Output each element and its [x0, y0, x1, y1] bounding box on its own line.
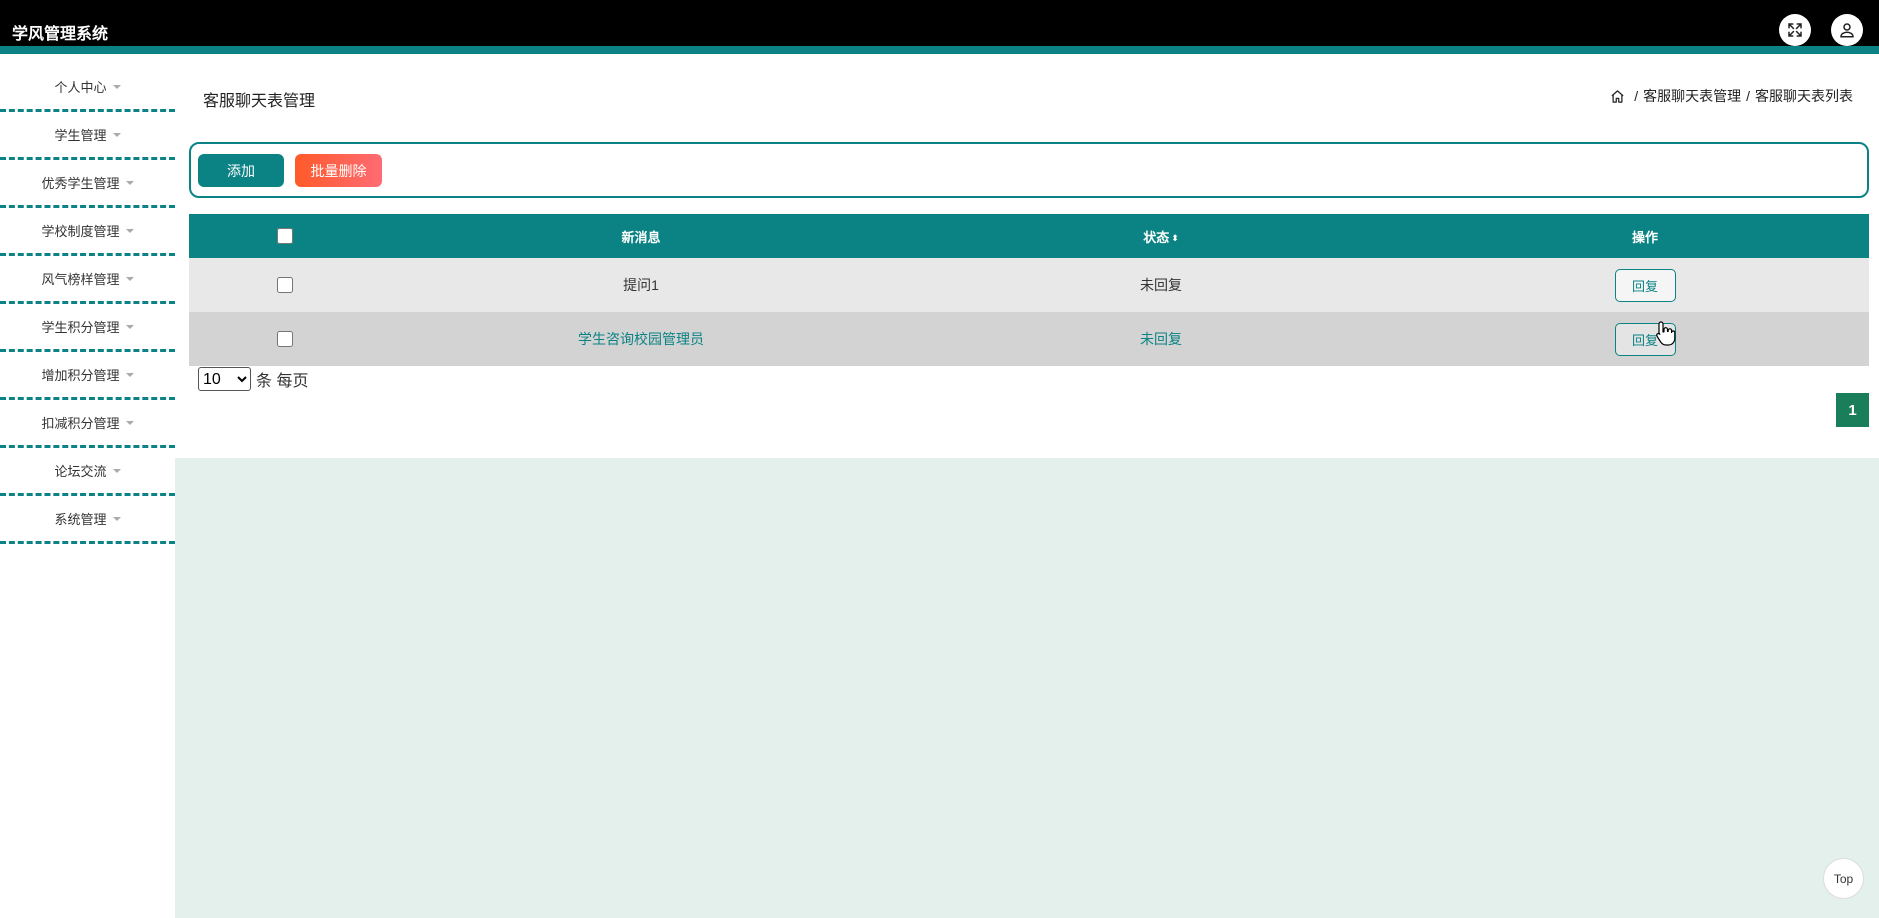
caret-down-icon	[125, 325, 134, 329]
reply-button[interactable]: 回复	[1614, 322, 1676, 356]
column-header-operation: 操作	[1631, 229, 1658, 245]
sidebar-item-add-points[interactable]: 增加积分管理	[0, 352, 175, 400]
caret-down-icon	[112, 469, 121, 473]
sidebar-item-personal-center[interactable]: 个人中心	[0, 64, 175, 112]
row-checkbox[interactable]	[277, 277, 293, 293]
user-button[interactable]	[1831, 14, 1863, 46]
select-all-checkbox[interactable]	[277, 228, 293, 244]
content-background	[175, 458, 1879, 918]
page-size-control: 10 条 每页	[198, 367, 308, 391]
table-row: 学生咨询校园管理员 未回复 回复	[189, 312, 1869, 366]
add-button[interactable]: 添加	[198, 154, 284, 187]
message-cell: 学生咨询校园管理员	[578, 331, 704, 347]
app-title: 学风管理系统	[12, 26, 109, 43]
caret-down-icon	[112, 133, 121, 137]
user-icon	[1840, 23, 1854, 38]
batch-delete-button[interactable]: 批量删除	[295, 154, 382, 187]
sidebar-item-deduct-points[interactable]: 扣减积分管理	[0, 400, 175, 448]
breadcrumb: / 客服聊天表管理 / 客服聊天表列表	[1610, 86, 1853, 106]
sidebar-item-role-models[interactable]: 风气榜样管理	[0, 256, 175, 304]
breadcrumb-separator: /	[1746, 88, 1750, 104]
sidebar-item-excellent-student[interactable]: 优秀学生管理	[0, 160, 175, 208]
table-row: 提问1 未回复 回复	[189, 258, 1869, 312]
breadcrumb-level2: 客服聊天表列表	[1755, 88, 1853, 104]
top-bar: 学风管理系统	[0, 0, 1879, 54]
chat-table: 新消息 状态 ⬍ 操作 提问1 未回复 回复 学生咨询校园管理员 未回复 回复	[189, 214, 1869, 366]
reply-button[interactable]: 回复	[1614, 268, 1676, 302]
sidebar-item-student-points[interactable]: 学生积分管理	[0, 304, 175, 352]
expand-icon	[1788, 23, 1802, 37]
column-header-message: 新消息	[621, 229, 661, 245]
sort-icon[interactable]: ⬍	[1171, 233, 1179, 244]
page-title: 客服聊天表管理	[203, 93, 316, 110]
status-cell: 未回复	[1140, 277, 1182, 293]
caret-down-icon	[125, 277, 134, 281]
caret-down-icon	[125, 181, 134, 185]
sidebar-item-forum[interactable]: 论坛交流	[0, 448, 175, 496]
caret-down-icon	[125, 229, 134, 233]
page-size-suffix: 条 每页	[256, 373, 309, 390]
fullscreen-button[interactable]	[1779, 14, 1811, 46]
caret-down-icon	[125, 373, 134, 377]
message-cell: 提问1	[623, 277, 659, 293]
breadcrumb-separator: /	[1634, 88, 1639, 104]
sidebar-item-system-management[interactable]: 系统管理	[0, 496, 175, 544]
column-header-status[interactable]: 状态 ⬍	[901, 227, 1421, 246]
status-cell: 未回复	[1140, 331, 1182, 347]
sidebar-item-student-management[interactable]: 学生管理	[0, 112, 175, 160]
sidebar-item-school-rules[interactable]: 学校制度管理	[0, 208, 175, 256]
main-panel: 客服聊天表管理 / 客服聊天表管理 / 客服聊天表列表 添加 批量删除 新消息 …	[175, 64, 1879, 458]
sidebar: 个人中心 学生管理 优秀学生管理 学校制度管理 风气榜样管理 学生积分管理 增加…	[0, 64, 175, 918]
table-header: 新消息 状态 ⬍ 操作	[189, 214, 1869, 258]
caret-down-icon	[112, 517, 121, 521]
caret-down-icon	[112, 85, 121, 89]
action-toolbar: 添加 批量删除	[189, 142, 1869, 198]
back-to-top-button[interactable]: Top	[1823, 858, 1864, 899]
breadcrumb-level1[interactable]: 客服聊天表管理	[1643, 86, 1741, 106]
row-checkbox[interactable]	[277, 331, 293, 347]
caret-down-icon	[125, 421, 134, 425]
header-accent-stripe	[0, 46, 1879, 54]
page-size-select[interactable]: 10	[198, 367, 251, 391]
home-icon[interactable]	[1610, 89, 1625, 104]
pagination-page-1[interactable]: 1	[1836, 393, 1869, 427]
